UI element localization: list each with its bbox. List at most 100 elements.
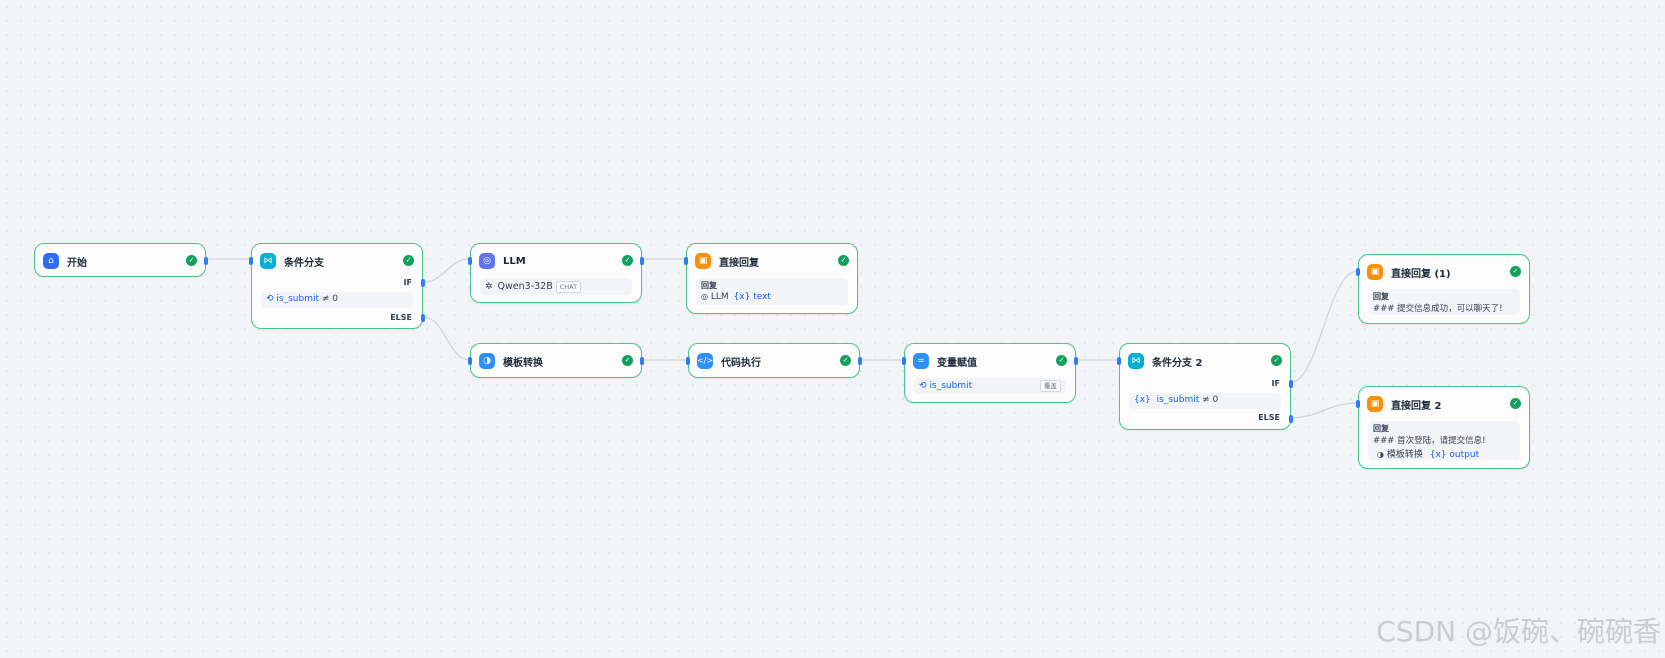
reply-text: ### 首次登陆，请提交信息! [1373, 436, 1486, 446]
node-llm[interactable]: ◎ LLM ✓ ✲ Qwen3-32B CHAT [468, 243, 644, 303]
condition-variable: is_submit [1156, 395, 1200, 405]
node-start[interactable]: ⌂ 开始 ✓ [34, 243, 208, 277]
check-icon: ✓ [1510, 398, 1521, 409]
template-icon: ◑ [479, 353, 495, 369]
answer-icon: ▣ [1367, 396, 1383, 412]
node-title: 代码执行 [721, 357, 761, 369]
answer-icon: ▣ [695, 253, 711, 269]
model-selector[interactable]: ✲ Qwen3-32B CHAT [480, 278, 632, 295]
node-title: 模板转换 [503, 357, 543, 369]
output-handle[interactable] [640, 357, 644, 365]
input-handle[interactable] [902, 357, 906, 365]
variable-icon: ⟲ [919, 381, 927, 391]
condition-variable: is_submit [276, 294, 320, 304]
assign-icon: = [913, 353, 929, 369]
node-answer-b[interactable]: ▣ 直接回复 2 ✓ 回复 ### 首次登陆，请提交信息! ◑ 模板转换 {x}… [1356, 386, 1530, 469]
branch-icon: ⋈ [1128, 353, 1144, 369]
node-template[interactable]: ◑ 模板转换 ✓ [468, 343, 644, 378]
else-label: ELSE [1258, 413, 1280, 422]
node-title: LLM [503, 255, 526, 267]
node-if1[interactable]: ⋈ 条件分支 ✓ IF ⟲ is_submit ≠ 0 ELSE [249, 243, 425, 329]
model-name: Qwen3-32B [497, 281, 553, 292]
assign-variable: is_submit [929, 381, 973, 391]
template-icon: ◑ [1377, 450, 1384, 459]
node-if2[interactable]: ⋈ 条件分支 2 ✓ IF {x} is_submit ≠ 0 ELSE [1117, 343, 1293, 430]
node-title: 条件分支 2 [1152, 357, 1203, 369]
check-icon: ✓ [186, 255, 197, 266]
check-icon: ✓ [840, 355, 851, 366]
node-code[interactable]: </> 代码执行 ✓ [686, 343, 862, 378]
input-handle[interactable] [468, 257, 472, 265]
check-icon: ✓ [622, 255, 633, 266]
reply-text: ### 提交信息成功，可以聊天了! [1373, 304, 1503, 314]
if-handle[interactable] [1289, 380, 1293, 388]
output-handle[interactable] [858, 357, 862, 365]
node-title: 开始 [67, 257, 87, 269]
if-label: IF [1271, 379, 1280, 388]
variable-prefix: {x} [1134, 395, 1151, 405]
edge-if1-template [422, 316, 471, 361]
check-icon: ✓ [1056, 355, 1067, 366]
watermark: CSDN @饭碗、碗碗香 [1376, 615, 1661, 648]
edge-if2-answer-a [1288, 270, 1359, 384]
else-handle[interactable] [1289, 415, 1293, 423]
else-label: ELSE [390, 313, 412, 322]
llm-icon: ◎ [479, 253, 495, 269]
edge-if1-llm [422, 258, 471, 283]
variable-icon: ⟲ [266, 294, 274, 304]
edge-if2-answer-b [1288, 402, 1359, 419]
model-mode-tag: CHAT [555, 280, 582, 293]
reply-label: 回复 [1373, 292, 1389, 301]
reply-label: 回复 [1373, 424, 1389, 433]
input-handle[interactable] [686, 357, 690, 365]
source-variable: text [753, 292, 771, 302]
if-label: IF [403, 278, 412, 287]
output-handle[interactable] [204, 257, 208, 265]
workflow-edges [205, 258, 1359, 419]
input-handle[interactable] [249, 257, 253, 265]
condition-operator: ≠ 0 [1202, 395, 1219, 405]
node-answer-a[interactable]: ▣ 直接回复 (1) ✓ 回复 ### 提交信息成功，可以聊天了! [1356, 254, 1530, 324]
variable-prefix: {x} [733, 292, 751, 302]
branch-icon: ⋈ [260, 253, 276, 269]
input-handle[interactable] [1356, 268, 1360, 276]
input-handle[interactable] [684, 257, 688, 265]
source-variable: output [1449, 450, 1480, 460]
reply-box: 回复 ### 提交信息成功，可以聊天了! [1368, 289, 1520, 315]
condition-row[interactable]: ⟲ is_submit ≠ 0 [261, 292, 413, 308]
reply-box: 回复 ◎ LLM {x} text [696, 278, 848, 305]
check-icon: ✓ [838, 255, 849, 266]
if-handle[interactable] [421, 279, 425, 287]
node-assign[interactable]: = 变量赋值 ✓ ⟲ is_submit 覆盖 [902, 343, 1078, 403]
input-handle[interactable] [468, 357, 472, 365]
else-handle[interactable] [421, 314, 425, 322]
reply-box: 回复 ### 首次登陆，请提交信息! ◑ 模板转换 {x} output [1368, 421, 1520, 460]
node-title: 直接回复 [719, 257, 759, 269]
node-title: 变量赋值 [937, 357, 977, 369]
node-answer1[interactable]: ▣ 直接回复 ✓ 回复 ◎ LLM {x} text [684, 243, 858, 314]
check-icon: ✓ [403, 255, 414, 266]
answer-icon: ▣ [1367, 264, 1383, 280]
source-node: LLM [710, 292, 729, 302]
node-title: 条件分支 [284, 257, 324, 269]
input-handle[interactable] [1356, 400, 1360, 408]
node-title: 直接回复 (1) [1391, 268, 1451, 280]
condition-row[interactable]: {x} is_submit ≠ 0 [1129, 393, 1281, 409]
variable-prefix: {x} [1429, 450, 1447, 460]
input-handle[interactable] [1117, 357, 1121, 365]
check-icon: ✓ [1510, 266, 1521, 277]
code-icon: </> [697, 353, 713, 369]
assign-operation-tag: 覆盖 [1040, 380, 1061, 392]
check-icon: ✓ [622, 355, 633, 366]
output-handle[interactable] [640, 257, 644, 265]
condition-operator: ≠ 0 [321, 294, 339, 304]
node-title: 直接回复 2 [1391, 400, 1442, 412]
assign-row[interactable]: ⟲ is_submit 覆盖 [914, 378, 1066, 394]
model-icon: ✲ [485, 281, 493, 292]
reply-label: 回复 [701, 281, 717, 290]
llm-icon: ◎ [701, 292, 708, 301]
output-handle[interactable] [1074, 357, 1078, 365]
check-icon: ✓ [1271, 355, 1282, 366]
home-icon: ⌂ [43, 253, 59, 269]
source-node: 模板转换 [1386, 450, 1423, 460]
